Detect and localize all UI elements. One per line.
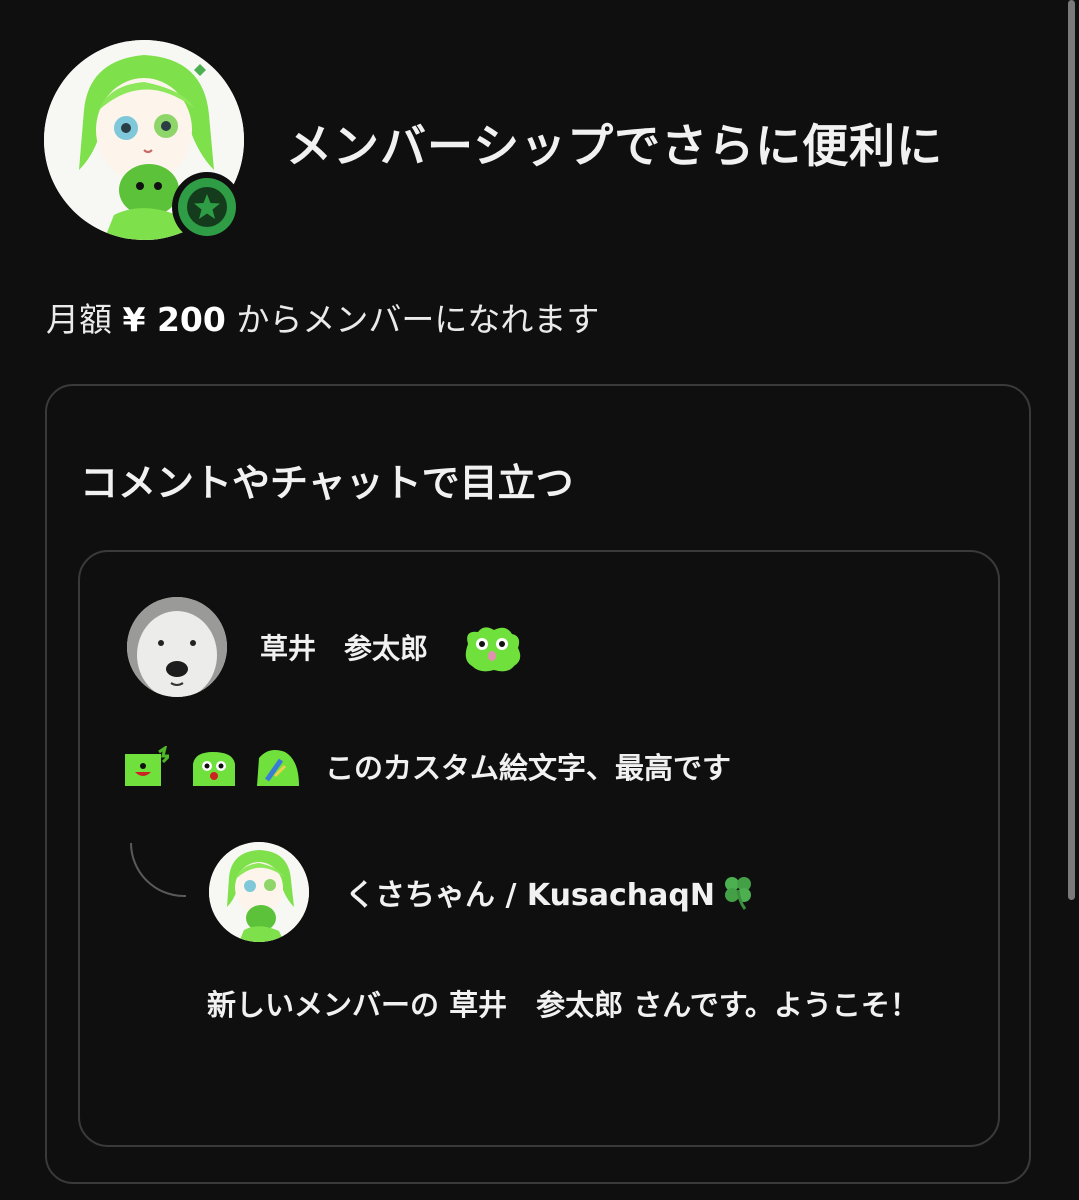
custom-emoji-icon <box>193 752 235 786</box>
feature-title: コメントやチャットで目立つ <box>80 461 574 505</box>
price-amount: ¥ 200 <box>122 300 226 339</box>
scrollbar-track[interactable] <box>1065 0 1079 1200</box>
page-title: メンバーシップでさらに便利に <box>286 119 944 173</box>
scrollbar-thumb[interactable] <box>1068 0 1075 900</box>
commenter-name: 草井 参太郎 <box>260 632 429 665</box>
reply-author: くさちゃん / KusachaqN <box>345 870 757 914</box>
comment-text: このカスタム絵文字、最高です <box>325 751 732 785</box>
custom-emoji-icon <box>125 746 169 786</box>
star-icon <box>187 187 227 227</box>
reply-author-name: くさちゃん / KusachaqN <box>345 878 715 913</box>
custom-emoji-icon <box>257 750 299 786</box>
member-badge <box>172 172 242 242</box>
commenter-avatar <box>127 597 227 697</box>
price-suffix: からメンバーになれます <box>236 300 600 339</box>
reply-avatar <box>209 842 309 942</box>
clover-icon <box>725 877 751 910</box>
price-prefix: 月額 <box>46 300 112 339</box>
custom-emoji-icon <box>465 627 521 672</box>
price-info: 月額 ¥ 200 からメンバーになれます <box>46 293 599 341</box>
reply-text: 新しいメンバーの 草井 参太郎 さんです。ようこそ！ <box>207 988 919 1022</box>
